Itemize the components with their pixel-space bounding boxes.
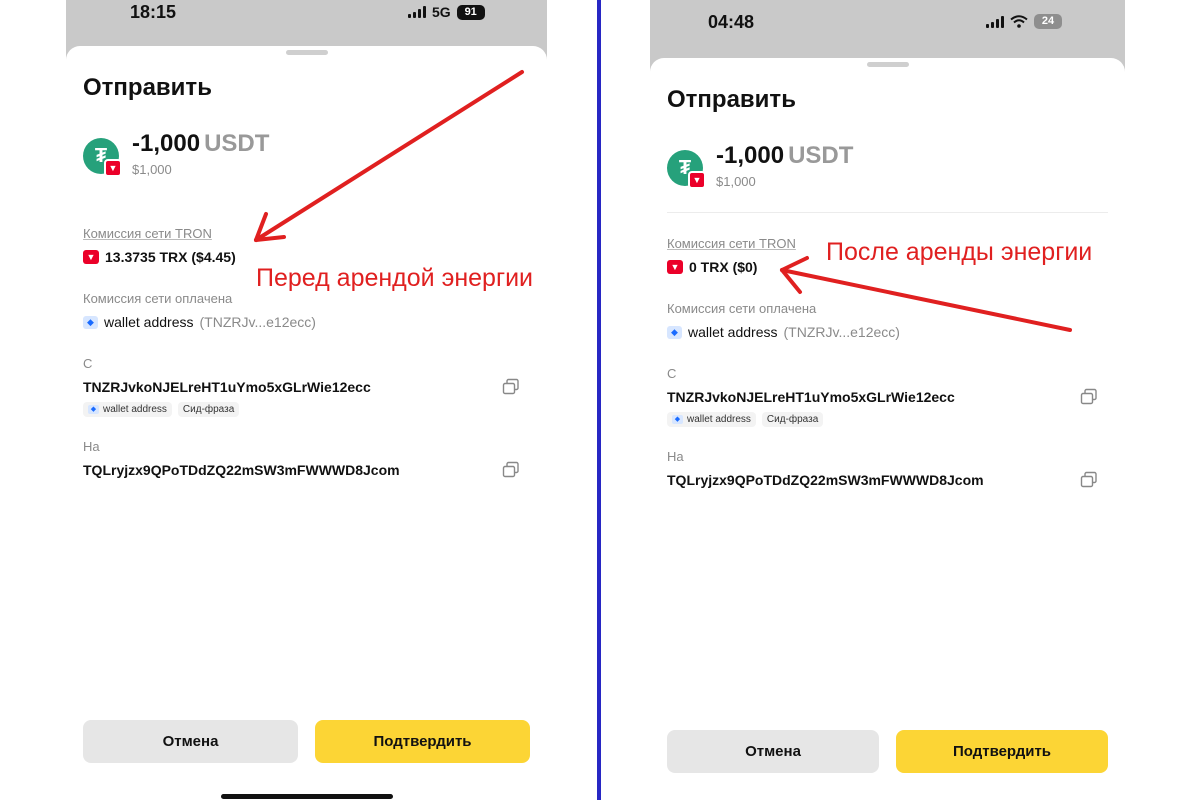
annotation-before: Перед арендой энергии [256,264,534,292]
annotation-arrows [254,70,1072,332]
annotation-after: После аренды энергии [826,238,1093,266]
arrow-after [780,256,1072,332]
arrow-before [254,70,524,242]
